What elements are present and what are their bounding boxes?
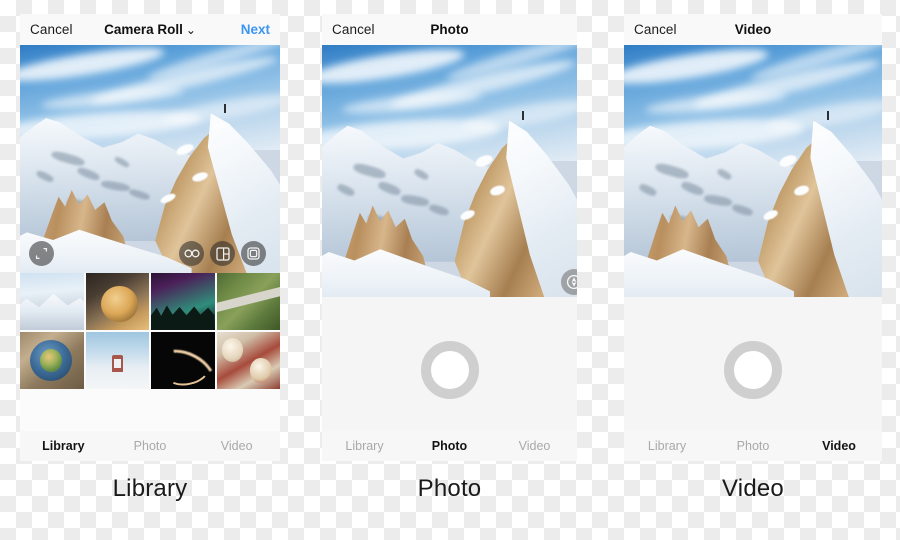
- mountain-photo: [20, 45, 280, 273]
- boomerang-infinity-icon[interactable]: [179, 241, 204, 266]
- thumb-aurora[interactable]: [151, 273, 215, 330]
- cancel-button[interactable]: Cancel: [30, 22, 73, 37]
- layout-icon[interactable]: [210, 241, 235, 266]
- tabbar-library: Library Photo Video: [20, 431, 280, 461]
- thumb-mountain[interactable]: [20, 273, 84, 330]
- navbar-library: Cancel Camera Roll ⌄ Next: [20, 14, 280, 45]
- tab-photo[interactable]: Photo: [107, 439, 194, 453]
- thumbnail-grid[interactable]: [20, 273, 280, 389]
- screenshot-stage: Cancel Camera Roll ⌄ Next Library Photo …: [0, 0, 900, 540]
- preview-image-video[interactable]: [624, 45, 882, 297]
- cancel-button[interactable]: Cancel: [332, 22, 375, 37]
- tabbar-photo: Library Photo Video: [322, 431, 577, 461]
- record-button[interactable]: [724, 341, 782, 399]
- tab-video[interactable]: Video: [492, 439, 577, 453]
- caption-library: Library: [112, 475, 188, 502]
- thumb-aerial-path[interactable]: [216, 273, 280, 330]
- tab-library[interactable]: Library: [20, 439, 107, 453]
- summit-figure: [522, 110, 525, 120]
- thumb-fried-food[interactable]: [85, 273, 149, 330]
- preview-image-photo[interactable]: [322, 45, 577, 297]
- tab-library[interactable]: Library: [624, 439, 710, 453]
- caption-photo: Photo: [417, 475, 482, 502]
- thumb-salad-bowl[interactable]: [20, 332, 84, 389]
- caption-video: Video: [722, 475, 784, 502]
- album-title: Camera Roll: [104, 22, 183, 37]
- tabbar-video: Library Photo Video: [624, 431, 882, 461]
- multi-select-icon[interactable]: [241, 241, 266, 266]
- tab-library[interactable]: Library: [322, 439, 407, 453]
- preview-image-library[interactable]: [20, 45, 280, 273]
- shutter-button[interactable]: [420, 341, 479, 399]
- panel-library: Cancel Camera Roll ⌄ Next Library Photo …: [20, 14, 280, 461]
- panel-video: Cancel Video Library Photo Video: [624, 14, 882, 461]
- tab-photo[interactable]: Photo: [710, 439, 796, 453]
- navbar-photo: Cancel Photo: [322, 14, 577, 45]
- tab-video[interactable]: Video: [796, 439, 882, 453]
- cancel-button[interactable]: Cancel: [634, 22, 677, 37]
- tab-video[interactable]: Video: [193, 439, 280, 453]
- summit-figure: [224, 104, 227, 114]
- panel-photo: Cancel Photo Library Photo Video: [322, 14, 577, 461]
- navbar-video: Cancel Video: [624, 14, 882, 45]
- summit-figure: [826, 110, 829, 120]
- tab-photo[interactable]: Photo: [407, 439, 492, 453]
- mountain-photo: [624, 45, 882, 297]
- thumb-light-trail[interactable]: [151, 332, 215, 389]
- expand-icon[interactable]: [29, 241, 54, 266]
- mountain-photo: [322, 45, 577, 297]
- thumb-bridge-fog[interactable]: [85, 332, 149, 389]
- thumb-christmas[interactable]: [216, 332, 280, 389]
- chevron-down-icon: ⌄: [185, 23, 196, 37]
- next-button[interactable]: Next: [241, 22, 270, 37]
